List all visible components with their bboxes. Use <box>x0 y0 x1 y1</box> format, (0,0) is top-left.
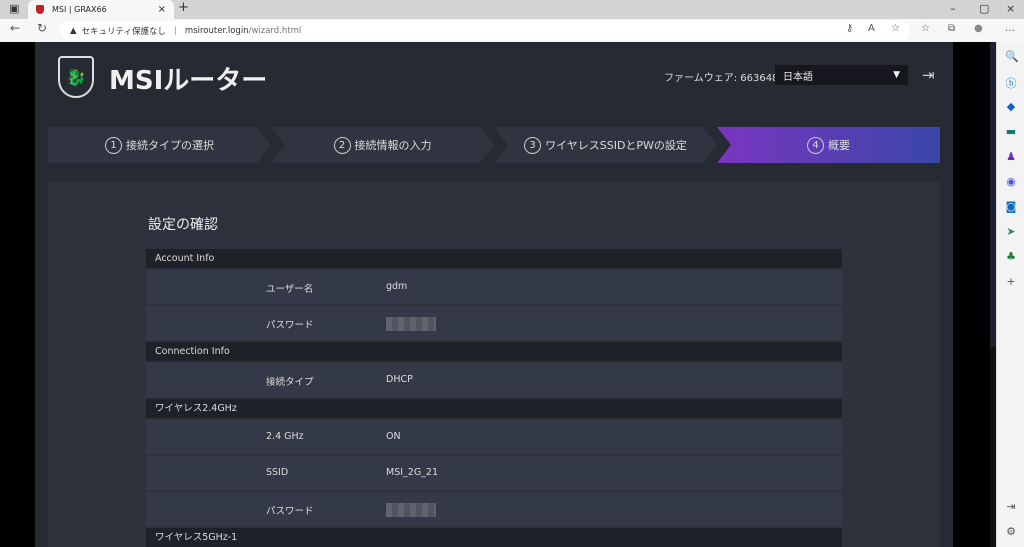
section-header: ワイヤレス2.4GHz <box>146 399 842 418</box>
tab-title: MSI | GRAX66 <box>52 5 107 14</box>
step-4-active: 4 概要 <box>717 127 940 163</box>
language-select[interactable]: 日本語 ▼ <box>775 65 908 85</box>
profile-avatar[interactable]: ● <box>974 23 983 34</box>
table-row: パスワード <box>146 492 842 526</box>
chevron-down-icon: ▼ <box>893 70 900 80</box>
add-icon[interactable]: + <box>1005 275 1017 288</box>
shopping-tag-icon[interactable]: ◆ <box>1005 100 1017 113</box>
summary-table: Account Info ユーザー名 gdm パスワード Connection I… <box>146 249 842 547</box>
address-bar-row: ← ↻ ▲ セキュリティ保護なし | msirouter.login/wizar… <box>0 19 1024 42</box>
step-label: 接続情報の入力 <box>354 139 432 152</box>
bing-chat-icon[interactable]: ⓑ <box>1005 75 1017 91</box>
step-3: 3 ワイヤレスSSIDとPWの設定 <box>494 127 717 163</box>
search-icon[interactable]: 🔍 <box>1005 50 1019 63</box>
outlook-icon[interactable]: ◙ <box>1005 200 1017 213</box>
summary-panel: 設定の確認 Account Info ユーザー名 gdm パスワード Connec… <box>48 182 940 547</box>
logout-icon[interactable]: ⇥ <box>922 66 935 84</box>
read-aloud-icon[interactable]: A <box>868 23 875 34</box>
minimize-icon[interactable]: – <box>950 2 956 15</box>
browser-tab-bar: ▣ MSI | GRAX66 × + – ▢ × <box>0 0 1024 19</box>
office-icon[interactable]: ◉ <box>1005 175 1017 188</box>
back-icon[interactable]: ← <box>10 21 20 35</box>
brand-title: MSIルーター <box>109 66 268 96</box>
maximize-icon[interactable]: ▢ <box>979 2 989 15</box>
table-row: SSID MSI_2G_21 <box>146 456 842 490</box>
redacted-password <box>386 317 436 331</box>
step-2: 2 接続情報の入力 <box>271 127 494 163</box>
table-row: 2.4 GHz ON <box>146 420 842 454</box>
new-tab-icon[interactable]: + <box>178 0 189 15</box>
row-value: DHCP <box>386 374 413 385</box>
row-value: gdm <box>386 281 408 292</box>
games-icon[interactable]: ♟ <box>1005 150 1017 163</box>
favorites-icon[interactable]: ☆ <box>921 23 930 34</box>
router-page: 🐉 MSIルーター ファームウェア: 663648 日本語 ▼ ⇥ 1 接続タイプ… <box>35 42 953 547</box>
summary-title: 設定の確認 <box>148 217 218 233</box>
row-value: ON <box>386 431 401 442</box>
edge-sidebar: 🔍 ⓑ ◆ ▬ ♟ ◉ ◙ ➤ ♣ + ⇥ ⚙ <box>996 42 1024 547</box>
sidebar-collapse-icon[interactable]: ⇥ <box>1005 500 1017 513</box>
step-number: 2 <box>334 137 351 154</box>
table-row: ユーザー名 gdm <box>146 270 842 304</box>
tab-actions-icon[interactable]: ▣ <box>9 2 19 15</box>
step-number: 4 <box>807 136 824 154</box>
redacted-password <box>386 503 436 517</box>
step-1: 1 接続タイプの選択 <box>48 127 271 163</box>
close-window-icon[interactable]: × <box>1006 2 1015 15</box>
table-row: 接続タイプ DHCP <box>146 363 842 397</box>
section-header: Account Info <box>146 249 842 268</box>
browser-tab[interactable]: MSI | GRAX66 × <box>28 0 174 19</box>
step-label: ワイヤレスSSIDとPWの設定 <box>545 139 687 152</box>
close-tab-icon[interactable]: × <box>158 4 166 15</box>
address-input[interactable]: ▲ セキュリティ保護なし | msirouter.login/wizard.ht… <box>60 21 910 40</box>
row-value: MSI_2G_21 <box>386 467 439 478</box>
row-label: パスワード <box>266 320 314 331</box>
favorite-add-icon[interactable]: ☆ <box>891 23 900 34</box>
step-number: 1 <box>105 137 122 154</box>
tree-icon[interactable]: ♣ <box>1005 250 1017 263</box>
section-header: Connection Info <box>146 342 842 361</box>
password-key-icon[interactable]: ⚷ <box>846 23 853 34</box>
msi-favicon-icon <box>36 5 44 14</box>
step-label: 接続タイプの選択 <box>126 139 214 152</box>
firmware-version: ファームウェア: 663648 <box>664 73 779 84</box>
section-header: ワイヤレス5GHz-1 <box>146 528 842 547</box>
row-label: 接続タイプ <box>266 377 314 388</box>
step-number: 3 <box>524 137 541 154</box>
table-row: パスワード <box>146 306 842 340</box>
row-label: SSID <box>266 467 289 478</box>
step-label: 概要 <box>828 139 850 152</box>
row-label: 2.4 GHz <box>266 431 304 442</box>
wizard-steps: 1 接続タイプの選択 2 接続情報の入力 3 ワイヤレスSSIDとPWの設定 4 概要 <box>48 127 940 163</box>
warning-icon: ▲ <box>70 25 77 36</box>
more-menu-icon[interactable]: … <box>1005 23 1015 34</box>
url-host: msirouter.login <box>184 25 249 36</box>
gear-icon[interactable]: ⚙ <box>1005 525 1017 538</box>
url-path: /wizard.html <box>248 25 302 36</box>
collections-icon[interactable]: ⧉ <box>948 23 955 34</box>
refresh-icon[interactable]: ↻ <box>37 21 47 35</box>
send-icon[interactable]: ➤ <box>1005 225 1017 238</box>
language-value: 日本語 <box>783 71 813 83</box>
security-label: セキュリティ保護なし <box>81 26 167 37</box>
row-label: ユーザー名 <box>266 284 314 295</box>
tools-icon[interactable]: ▬ <box>1005 125 1017 138</box>
msi-dragon-logo-icon: 🐉 <box>58 56 94 98</box>
row-label: パスワード <box>266 506 314 517</box>
